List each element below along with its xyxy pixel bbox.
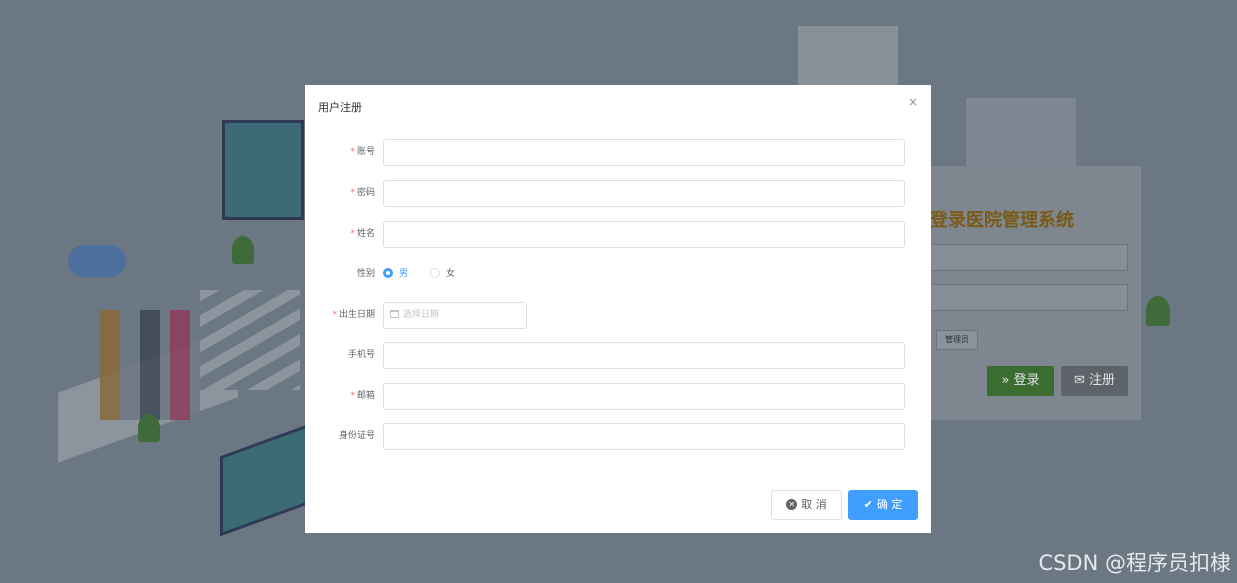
double-chevron-icon: »	[1001, 373, 1010, 388]
illustration-plant-right	[1146, 296, 1170, 326]
password-label: * 密码	[350, 188, 375, 198]
required-mark: *	[350, 188, 355, 198]
form-row-id-card: 身份证号	[305, 423, 931, 450]
mail-icon: ✉	[1073, 373, 1085, 388]
form-row-account: * 账号	[305, 139, 931, 166]
close-icon[interactable]: ×	[908, 96, 918, 108]
illustration-plant-bottom	[138, 414, 160, 442]
form-row-gender: 性别 男 女	[305, 261, 931, 288]
form-row-birthday: * 出生日期 选择日期	[305, 302, 931, 329]
login-username-input	[930, 244, 1128, 271]
form-row-name: * 姓名	[305, 221, 931, 248]
required-mark: *	[350, 229, 355, 239]
close-circle-icon: ✕	[786, 498, 798, 510]
login-button-label: 登录	[1013, 373, 1040, 388]
gender-radio-female[interactable]: 女	[430, 261, 455, 288]
required-mark: *	[332, 310, 337, 320]
name-label: * 姓名	[350, 229, 375, 239]
illustration-plant-left	[232, 236, 254, 264]
name-input[interactable]	[383, 221, 905, 248]
required-mark: *	[350, 391, 355, 401]
login-password-input	[930, 284, 1128, 311]
check-icon: ✔	[863, 498, 873, 511]
cancel-button-label: 取 消	[801, 498, 827, 511]
illustration-tablet	[220, 423, 310, 537]
illustration-monitor	[222, 120, 304, 220]
birthday-date-picker[interactable]: 选择日期	[383, 302, 527, 329]
confirm-button-label: 确 定	[876, 498, 903, 511]
radio-checked-icon	[383, 267, 393, 278]
account-label: * 账号	[350, 147, 375, 157]
form-row-email: * 邮箱	[305, 383, 931, 410]
email-input[interactable]	[383, 383, 905, 410]
login-button: » 登录	[987, 366, 1054, 396]
password-input[interactable]	[383, 180, 905, 207]
login-title: 登录医院管理系统	[930, 210, 1074, 231]
birthday-placeholder: 选择日期	[403, 310, 440, 320]
cancel-button[interactable]: ✕ 取 消	[771, 490, 842, 520]
phone-label: 手机号	[347, 350, 375, 360]
login-role-admin: 管理员	[936, 330, 978, 350]
register-button: ✉ 注册	[1061, 366, 1128, 396]
illustration-shelf	[798, 26, 898, 86]
watermark: CSDN @程序员扣棣	[1038, 551, 1231, 575]
form-row-password: * 密码	[305, 180, 931, 207]
login-panel: 登录医院管理系统 管理员 » 登录 ✉ 注册	[920, 166, 1141, 420]
confirm-button[interactable]: ✔ 确 定	[848, 490, 918, 520]
phone-input[interactable]	[383, 342, 905, 369]
calendar-icon	[390, 309, 399, 318]
dialog-title: 用户注册	[318, 101, 362, 114]
illustration-card-right	[966, 98, 1076, 168]
gender-label: 性别	[356, 269, 375, 279]
id-card-input[interactable]	[383, 423, 905, 450]
gender-radio-male[interactable]: 男	[383, 261, 408, 288]
email-label: * 邮箱	[350, 391, 375, 401]
form-row-phone: 手机号	[305, 342, 931, 369]
birthday-label: * 出生日期	[332, 310, 375, 320]
id-card-label: 身份证号	[338, 431, 375, 441]
required-mark: *	[350, 147, 355, 157]
register-dialog: 用户注册 × * 账号 * 密码 * 姓名 性别 男 女 * 出生日期 选择日期 手机号…	[305, 85, 931, 533]
illustration-cloud	[68, 245, 126, 277]
radio-unchecked-icon	[430, 267, 440, 278]
account-input[interactable]	[383, 139, 905, 166]
illustration-stripes	[200, 290, 300, 390]
register-button-label: 注册	[1089, 373, 1116, 388]
illustration-people	[100, 310, 200, 420]
